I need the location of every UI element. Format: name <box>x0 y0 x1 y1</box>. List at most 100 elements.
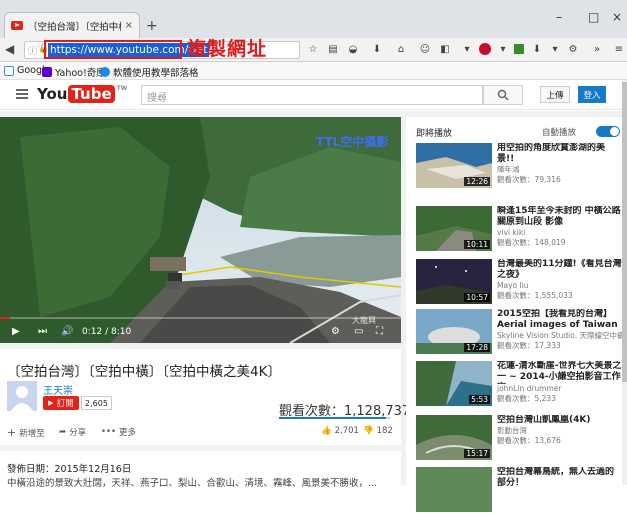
logo-you: You <box>37 85 68 103</box>
tools-icon[interactable]: ⚙ <box>566 42 580 56</box>
related-video-title[interactable]: 花蓮-清水斷崖-世界七大美景之一 ~ 2014-小謙空拍影音工作室 <box>497 361 622 384</box>
video-thumbnail[interactable]: 5:53 <box>416 361 492 406</box>
new-tab-button[interactable]: + <box>146 18 158 34</box>
tab-title: 〔空拍台灣〕〔空拍中橫... <box>28 21 121 33</box>
thumbs-down-icon: 👎 <box>363 426 374 436</box>
page-scrollbar[interactable] <box>622 80 627 485</box>
bookmark-blog[interactable]: 軟體使用教學部落格 <box>100 65 199 79</box>
related-video-title[interactable]: 空拍台灣山凱鳳凰(4K) <box>497 415 622 426</box>
next-icon[interactable]: ⏭ <box>38 326 47 337</box>
related-video-title[interactable]: 用空拍的角度欣賞澎湖的美景!! <box>497 143 622 165</box>
related-video-title[interactable]: 空拍台灣幕鳥統，無人去過的部分！ <box>497 467 622 489</box>
video-thumbnail[interactable]: 12:26 <box>416 143 492 188</box>
blog-icon <box>100 67 110 77</box>
emoji-icon[interactable]: ☺ <box>418 42 432 56</box>
url-highlight-box <box>44 40 182 59</box>
extension-icon[interactable] <box>512 42 526 56</box>
related-video-views: 觀看次數：5,233 <box>497 394 556 403</box>
youtube-logo[interactable]: You Tube TW <box>37 85 127 103</box>
video-duration: 12:26 <box>464 177 490 186</box>
video-thumbnail[interactable]: 10:11 <box>416 206 492 251</box>
related-video-item[interactable]: 12:26 用空拍的角度欣賞澎湖的美景!! 陳年鴻 觀看次數：79,316 <box>416 143 622 189</box>
description-text: 中橫沿途的景致大壯闊，天祥、燕子口、梨山、合歡山、清境、霧峰、風景美不勝收，..… <box>7 478 378 489</box>
fullscreen-icon[interactable]: ⛶ <box>376 326 383 337</box>
bookmark-yahoo[interactable]: Yahoo!奇摩 <box>42 65 106 79</box>
maximize-button[interactable]: □ <box>588 10 599 24</box>
close-tab-icon[interactable]: × <box>125 20 133 31</box>
pocket-icon[interactable]: ◒ <box>346 42 360 56</box>
related-video-item[interactable]: 10:11 瞬逢15年至今未封的 中橫公路關原到山段 影像 vivi kiki … <box>416 206 622 252</box>
like-ratio-fill <box>279 417 386 419</box>
related-video-title[interactable]: 瞬逢15年至今未封的 中橫公路關原到山段 影像 <box>497 206 622 228</box>
abp-icon[interactable] <box>478 42 492 56</box>
menu-icon[interactable]: ≡ <box>612 42 626 56</box>
settings-icon[interactable]: ⚙ <box>331 326 340 337</box>
volume-icon[interactable]: 🔊 <box>61 326 73 337</box>
browser-tab-bar: 〔空拍台灣〕〔空拍中橫... × + – □ × <box>0 0 627 38</box>
related-video-title[interactable]: 台灣最美的11分鐘!《看見台灣之夜》 <box>497 259 622 281</box>
channel-name[interactable]: 王天崇 <box>43 382 73 397</box>
upload-button[interactable]: 上傳 <box>540 86 570 103</box>
add-to-button[interactable]: + 新增至 <box>7 426 45 439</box>
video-thumbnail[interactable]: 15:17 <box>416 415 492 460</box>
related-video-item[interactable]: 空拍台灣幕鳥統，無人去過的部分！ <box>416 467 622 513</box>
close-window-button[interactable]: × <box>612 10 622 24</box>
download-icon[interactable]: ⬇ <box>370 42 384 56</box>
sign-in-button[interactable]: 登入 <box>578 86 606 103</box>
avatar-icon <box>11 386 33 411</box>
subscribe-button[interactable]: ▶ 訂閱 <box>43 396 79 410</box>
chevron-down-icon[interactable]: ▾ <box>460 42 474 56</box>
related-video-views: 觀看次數：79,316 <box>497 175 561 184</box>
overflow-icon[interactable]: » <box>590 42 604 56</box>
reader-icon[interactable]: ▤ <box>326 42 340 56</box>
search-input[interactable]: 搜尋 <box>141 85 483 105</box>
video-player[interactable]: TTL空中攝影 大龍興 ▶ ⏭ 🔊 0:12 / 8:10 ⚙ ▭ ⛶ <box>0 117 401 343</box>
share-icon: ➦ <box>59 427 67 437</box>
video-thumbnail[interactable]: 10:57 <box>416 259 492 304</box>
autoplay-toggle[interactable] <box>596 126 620 137</box>
chevron-down-icon[interactable]: ▾ <box>496 42 510 56</box>
related-video-title[interactable]: 2015空拍【我看見的台灣】 Aerial images of Taiwan <box>497 309 622 331</box>
download-manager-icon[interactable]: ⬇ <box>530 42 544 56</box>
autoplay-label: 自動播放 <box>542 128 577 138</box>
video-thumbnail[interactable] <box>416 467 492 512</box>
related-video-item[interactable]: 5:53 花蓮-清水斷崖-世界七大美景之一 ~ 2014-小謙空拍影音工作室 j… <box>416 361 622 407</box>
subscribe-label: 訂閱 <box>56 399 74 409</box>
home-icon[interactable]: ⌂ <box>394 42 408 56</box>
video-frame <box>0 117 401 343</box>
guide-menu-icon[interactable] <box>16 89 28 99</box>
video-title: 〔空拍台灣〕〔空拍中橫〕〔空拍中橫之美4K〕 <box>7 364 281 380</box>
info-icon[interactable]: ⓘ <box>28 44 37 57</box>
related-video-channel: 影動台灣 <box>497 426 527 435</box>
like-button[interactable]: 👍 2,701 <box>321 426 359 436</box>
minimize-button[interactable]: – <box>556 10 562 24</box>
bookmark-star-icon[interactable]: ☆ <box>306 42 320 56</box>
related-video-channel: 陳年鴻 <box>497 165 520 174</box>
thumbnail-image <box>416 467 492 512</box>
scrollbar-thumb[interactable] <box>622 82 627 382</box>
dislike-button[interactable]: 👎 182 <box>363 426 393 436</box>
yahoo-icon <box>42 67 52 77</box>
play-icon[interactable]: ▶ <box>12 326 20 337</box>
publish-date: 發佈日期：2015年12月16日 <box>7 464 132 475</box>
plus-icon: + <box>7 426 17 439</box>
video-duration: 10:11 <box>464 240 490 249</box>
related-video-item[interactable]: 17:28 2015空拍【我看見的台灣】 Aerial images of Ta… <box>416 309 627 355</box>
share-button[interactable]: ➦ 分享 <box>59 426 86 438</box>
related-video-channel: Skyline Vision Studio. 天際線空中攝影 <box>497 331 627 340</box>
channel-avatar[interactable] <box>7 381 37 411</box>
related-video-item[interactable]: 10:57 台灣最美的11分鐘!《看見台灣之夜》 Mayo liu 觀看次數：1… <box>416 259 622 305</box>
chevron-down-icon[interactable]: ▾ <box>548 42 562 56</box>
youtube-play-icon: ▶ <box>48 399 54 407</box>
search-button[interactable] <box>483 85 523 105</box>
video-thumbnail[interactable]: 17:28 <box>416 309 492 354</box>
more-button[interactable]: ••• 更多 <box>101 426 136 438</box>
video-duration: 15:17 <box>464 449 490 458</box>
back-arrow-icon[interactable]: ◀ <box>5 42 14 56</box>
search-icon <box>497 89 509 101</box>
related-video-item[interactable]: 15:17 空拍台灣山凱鳳凰(4K) 影動台灣 觀看次數：13,676 <box>416 415 622 461</box>
related-video-channel: vivi kiki <box>497 228 526 237</box>
browser-tab[interactable]: 〔空拍台灣〕〔空拍中橫... × <box>4 12 140 38</box>
screenshot-icon[interactable]: ◧ <box>438 42 452 56</box>
theater-mode-icon[interactable]: ▭ <box>354 326 363 337</box>
